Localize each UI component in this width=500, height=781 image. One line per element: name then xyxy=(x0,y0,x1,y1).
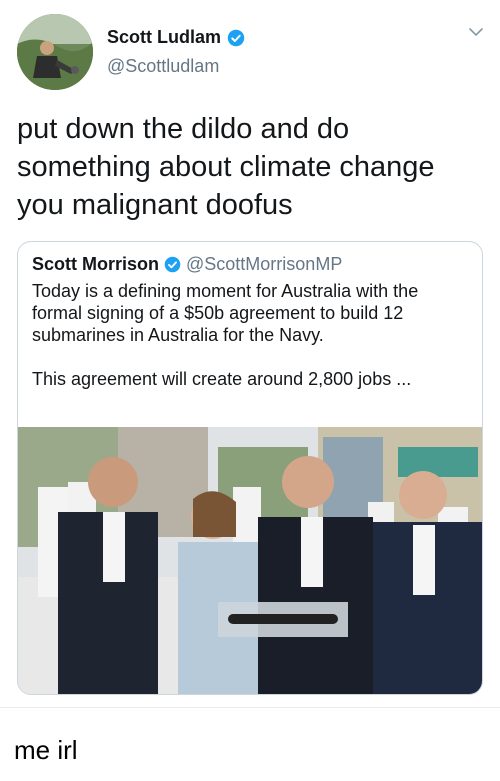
quoted-tweet[interactable]: Scott Morrison @ScottMorrisonMP Today is… xyxy=(17,241,483,695)
verified-badge-icon xyxy=(227,29,245,46)
verified-badge-icon xyxy=(164,256,181,273)
tweet-card: Scott Ludlam @Scottludlam put down the d… xyxy=(0,0,500,707)
divider xyxy=(0,707,500,708)
meme-caption: me irl xyxy=(14,735,78,765)
quoted-tweet-photo[interactable] xyxy=(18,427,483,695)
tweet-text: put down the dildo and do something abou… xyxy=(17,110,487,224)
author-name[interactable]: Scott Ludlam xyxy=(107,27,245,48)
author-avatar[interactable] xyxy=(17,14,93,90)
quoted-tweet-header: Scott Morrison @ScottMorrisonMP xyxy=(32,254,342,275)
quoted-tweet-paragraph: Today is a defining moment for Australia… xyxy=(32,281,419,345)
quoted-author-handle[interactable]: @ScottMorrisonMP xyxy=(186,254,342,275)
quoted-tweet-text: Today is a defining moment for Australia… xyxy=(32,280,472,412)
tweet-text-line: put down the dildo and do xyxy=(17,113,350,145)
quoted-author-name[interactable]: Scott Morrison xyxy=(32,254,159,275)
author-handle[interactable]: @Scottludlam xyxy=(107,56,219,77)
author-name-text[interactable]: Scott Ludlam xyxy=(107,27,221,48)
chevron-down-icon[interactable] xyxy=(466,22,486,42)
quoted-tweet-paragraph: This agreement will create around 2,800 … xyxy=(32,369,412,389)
tweet-text-line: you malignant doofus xyxy=(17,189,293,221)
tweet-text-line: something about climate change xyxy=(17,151,435,183)
